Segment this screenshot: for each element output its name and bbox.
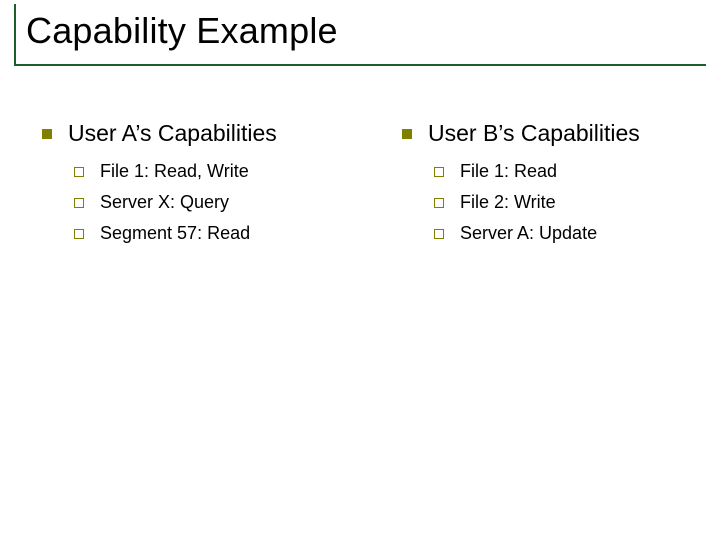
heading-left: User A’s Capabilities — [68, 120, 277, 147]
list-item: Server A: Update — [434, 223, 720, 244]
hollow-square-bullet-icon — [74, 229, 84, 239]
slide: Capability Example User A’s Capabilities… — [0, 0, 720, 540]
list-item: File 1: Read — [434, 161, 720, 182]
capability-item: File 1: Read, Write — [100, 161, 249, 182]
list-item: File 1: Read, Write — [74, 161, 360, 182]
list-item: File 2: Write — [434, 192, 720, 213]
square-bullet-icon — [42, 129, 52, 139]
list-item: User B’s Capabilities — [402, 120, 720, 147]
hollow-square-bullet-icon — [74, 167, 84, 177]
right-column: User B’s Capabilities File 1: Read File … — [360, 120, 720, 254]
content-area: User A’s Capabilities File 1: Read, Writ… — [0, 120, 720, 254]
heading-right: User B’s Capabilities — [428, 120, 640, 147]
title-container: Capability Example — [14, 4, 706, 66]
square-bullet-icon — [402, 129, 412, 139]
capability-item: Segment 57: Read — [100, 223, 250, 244]
list-item: Segment 57: Read — [74, 223, 360, 244]
hollow-square-bullet-icon — [434, 198, 444, 208]
list-item: User A’s Capabilities — [42, 120, 360, 147]
capability-item: Server A: Update — [460, 223, 597, 244]
hollow-square-bullet-icon — [434, 167, 444, 177]
capability-item: File 1: Read — [460, 161, 557, 182]
list-item: Server X: Query — [74, 192, 360, 213]
hollow-square-bullet-icon — [74, 198, 84, 208]
hollow-square-bullet-icon — [434, 229, 444, 239]
capability-item: File 2: Write — [460, 192, 556, 213]
slide-title: Capability Example — [26, 10, 706, 52]
capability-item: Server X: Query — [100, 192, 229, 213]
left-column: User A’s Capabilities File 1: Read, Writ… — [0, 120, 360, 254]
